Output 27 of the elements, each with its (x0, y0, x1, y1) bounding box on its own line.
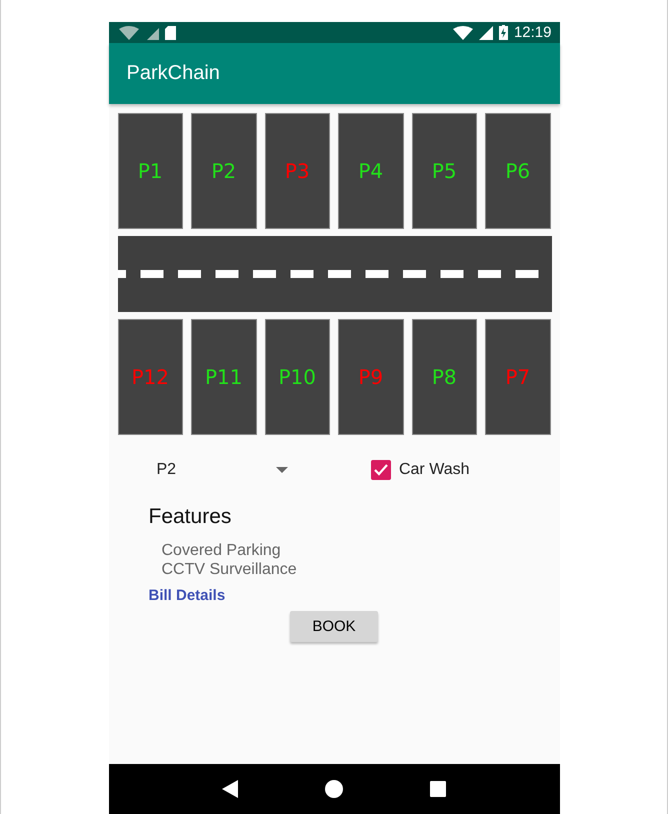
feature-item: Covered Parking (160, 541, 282, 560)
parking-spot[interactable]: P1 (118, 113, 183, 229)
parking-spot[interactable]: P4 (338, 113, 404, 229)
parking-spot[interactable]: P2 (191, 113, 256, 229)
spot-dropdown[interactable]: P2 (156, 457, 288, 483)
clock-time: 12:19 (514, 24, 552, 41)
home-icon[interactable] (325, 780, 343, 798)
signal-icon (478, 26, 493, 40)
parking-spot[interactable]: P11 (191, 319, 256, 435)
parking-spot[interactable]: P6 (485, 113, 550, 229)
wifi-icon (452, 26, 473, 40)
app-title: ParkChain (126, 62, 220, 85)
sd-card-icon (164, 26, 176, 40)
parking-spot[interactable]: P5 (412, 113, 477, 229)
parking-spot[interactable]: P10 (264, 319, 330, 435)
back-icon[interactable] (222, 780, 238, 798)
battery-icon (498, 25, 508, 40)
bill-details-link[interactable]: Bill Details (148, 587, 226, 604)
book-button[interactable]: BOOK (290, 611, 378, 642)
parking-spot[interactable]: P8 (412, 319, 477, 435)
checkmark-icon (374, 464, 388, 476)
car-wash-checkbox[interactable]: Car Wash (370, 460, 470, 480)
wifi-icon (118, 26, 138, 40)
caret-icon (276, 467, 288, 473)
features-heading: Features (148, 505, 232, 529)
signal-icon (144, 26, 158, 40)
feature-item: CCTV Surveillance (160, 560, 298, 579)
